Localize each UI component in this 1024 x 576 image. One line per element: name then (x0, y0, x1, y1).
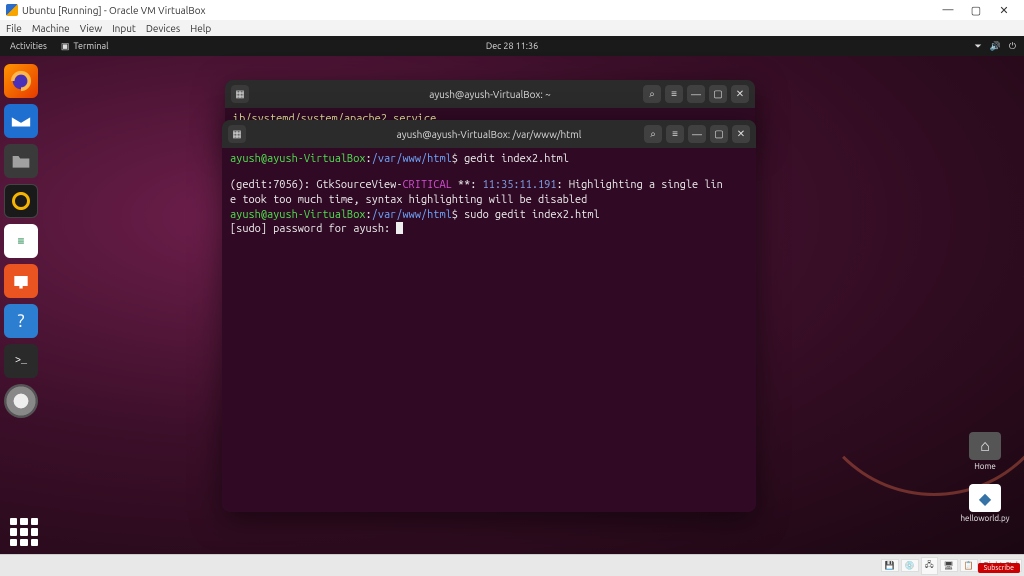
bg-terminal-title: ayush@ayush-VirtualBox: ~ (429, 89, 551, 100)
fg-close-button[interactable]: ✕ (732, 125, 750, 143)
vbox-indicator-4[interactable]: 🖥 (940, 559, 958, 572)
network-icon: ⏷ (974, 41, 981, 52)
dock-ubuntu-software[interactable] (4, 264, 38, 298)
vm-display: Activities ▣ Terminal Dec 28 11:36 ⏷ 🔊 ⏻… (0, 36, 1024, 554)
dock-help[interactable]: ? (4, 304, 38, 338)
writer-icon: ≡ (17, 234, 24, 248)
folder-icon (11, 152, 31, 170)
menu-file[interactable]: File (6, 23, 22, 34)
topbar-app-label[interactable]: Terminal (73, 41, 108, 51)
terminal-line-3: e took too much time, syntax highlightin… (230, 193, 748, 208)
python-file-icon: ◆ (969, 484, 1001, 512)
home-folder-icon: ⌂ (969, 432, 1001, 460)
vbox-indicator-3[interactable]: 🖧 (921, 557, 938, 575)
software-icon (11, 271, 31, 291)
dock-disk[interactable] (4, 384, 38, 418)
thunderbird-icon (10, 110, 32, 132)
fg-menu-button[interactable]: ≡ (666, 125, 684, 143)
volume-icon: 🔊 (990, 41, 1001, 52)
windows-taskbar[interactable]: 💾 💿 🖧 🖥 📋 Right Ctrl (0, 554, 1024, 576)
ubuntu-desktop[interactable]: Activities ▣ Terminal Dec 28 11:36 ⏷ 🔊 ⏻… (0, 36, 1024, 554)
desktop-file-icon[interactable]: ◆ helloworld.py (960, 484, 1010, 523)
fg-minimize-button[interactable]: — (688, 125, 706, 143)
terminal-cursor (396, 222, 403, 234)
new-tab-button[interactable]: ▦ (231, 85, 249, 103)
desktop-file-label: helloworld.py (960, 514, 1009, 523)
bg-terminal-header[interactable]: ▦ ayush@ayush-VirtualBox: ~ ⌕ ≡ — ▢ ✕ (225, 80, 755, 108)
bg-maximize-button[interactable]: ▢ (709, 85, 727, 103)
foreground-terminal-window[interactable]: ▦ ayush@ayush-VirtualBox: /var/www/html … (222, 120, 756, 512)
activities-button[interactable]: Activities (10, 41, 47, 51)
fg-new-tab-button[interactable]: ▦ (228, 125, 246, 143)
fg-terminal-header[interactable]: ▦ ayush@ayush-VirtualBox: /var/www/html … (222, 120, 756, 148)
bg-menu-button[interactable]: ≡ (665, 85, 683, 103)
dock-files[interactable] (4, 144, 38, 178)
fg-search-button[interactable]: ⌕ (644, 125, 662, 143)
fg-terminal-title: ayush@ayush-VirtualBox: /var/www/html (397, 129, 582, 140)
host-close-button[interactable]: ✕ (990, 4, 1018, 17)
menu-help[interactable]: Help (190, 23, 211, 34)
ubuntu-dock: ≡ ? >_ (4, 58, 44, 418)
desktop-home-label: Home (974, 462, 996, 471)
vbox-indicator-5[interactable]: 📋 (960, 559, 978, 572)
dock-thunderbird[interactable] (4, 104, 38, 138)
show-applications-button[interactable] (10, 518, 38, 546)
menu-view[interactable]: View (80, 23, 102, 34)
desktop-home-icon[interactable]: ⌂ Home (960, 432, 1010, 471)
subscribe-badge[interactable]: Subscribe (978, 563, 1020, 573)
firefox-icon (10, 70, 32, 92)
virtualbox-menubar: File Machine View Input Devices Help (0, 20, 1024, 36)
power-icon: ⏻ (1009, 41, 1016, 52)
topbar-status-area[interactable]: ⏷ 🔊 ⏻ (974, 41, 1016, 52)
bg-minimize-button[interactable]: — (687, 85, 705, 103)
host-maximize-button[interactable]: ▢ (962, 4, 990, 17)
fg-terminal-body[interactable]: ayush@ayush-VirtualBox:/var/www/html$ ge… (222, 148, 756, 512)
ubuntu-topbar: Activities ▣ Terminal Dec 28 11:36 ⏷ 🔊 ⏻ (0, 36, 1024, 56)
topbar-datetime[interactable]: Dec 28 11:36 (486, 41, 538, 51)
terminal-line-5: [sudo] password for ayush: (230, 222, 748, 237)
menu-devices[interactable]: Devices (146, 23, 180, 34)
menu-input[interactable]: Input (112, 23, 136, 34)
fg-maximize-button[interactable]: ▢ (710, 125, 728, 143)
terminal-line-4: ayush@ayush-VirtualBox:/var/www/html$ su… (230, 208, 748, 223)
bg-search-button[interactable]: ⌕ (643, 85, 661, 103)
dock-terminal[interactable]: >_ (4, 344, 38, 378)
bg-close-button[interactable]: ✕ (731, 85, 749, 103)
terminal-icon: ▣ (61, 41, 70, 52)
dock-firefox[interactable] (4, 64, 38, 98)
window-title: Ubuntu [Running] - Oracle VM VirtualBox (22, 5, 206, 16)
dock-rhythmbox[interactable] (4, 184, 38, 218)
virtualbox-titlebar: Ubuntu [Running] - Oracle VM VirtualBox … (0, 0, 1024, 20)
menu-machine[interactable]: Machine (32, 23, 70, 34)
host-minimize-button[interactable]: — (934, 4, 962, 16)
dock-libreoffice-writer[interactable]: ≡ (4, 224, 38, 258)
terminal-line-2: (gedit:7056): GtkSourceView-CRITICAL **:… (230, 178, 748, 193)
vbox-indicator-1[interactable]: 💾 (881, 559, 899, 572)
rhythmbox-icon (12, 192, 30, 210)
terminal-line-1: ayush@ayush-VirtualBox:/var/www/html$ ge… (230, 152, 748, 167)
terminal-prompt-icon: >_ (15, 356, 27, 367)
virtualbox-icon (6, 4, 18, 16)
vbox-indicator-2[interactable]: 💿 (901, 559, 919, 572)
help-icon: ? (17, 311, 24, 331)
